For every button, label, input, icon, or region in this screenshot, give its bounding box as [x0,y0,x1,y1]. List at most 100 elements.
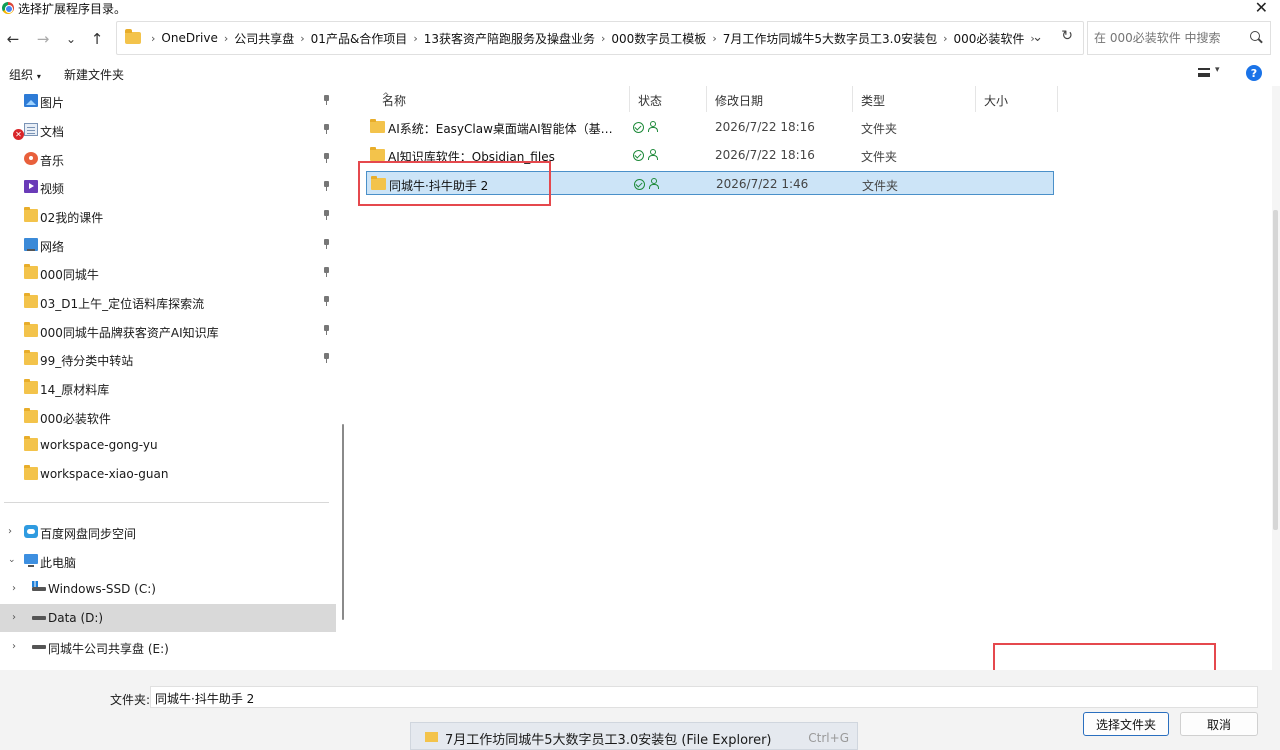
folder-icon [24,465,38,480]
sidebar-scrollbar[interactable] [342,424,344,620]
pin-icon[interactable] [322,239,331,249]
column-header-name[interactable]: 名称 ^ [374,86,630,112]
column-header-status[interactable]: 状态 [630,86,707,112]
chrome-icon [2,2,14,14]
toolbar: 组织 ▾ 新建文件夹 ▾ ? [0,60,1280,86]
column-header-size[interactable]: 大小 [976,86,1058,112]
videos-icon [24,180,38,193]
window-scrollbar[interactable] [1273,210,1278,530]
computer-icon [24,554,38,567]
refresh-icon[interactable]: ↻ [1061,28,1073,44]
error-badge-icon: ✕ [13,129,24,140]
chevron-right-icon[interactable]: › [943,32,947,45]
breadcrumb-item[interactable]: OneDrive [161,31,217,45]
folder-icon [24,207,38,222]
breadcrumb-item[interactable]: 7月工作坊同城牛5大数字员工3.0安装包 [723,30,937,47]
organize-button[interactable]: 组织 ▾ [9,66,41,83]
sidebar-item-label: 000必装软件 [40,412,111,426]
chevron-right-icon[interactable]: › [8,526,12,537]
up-icon[interactable]: ↑ [86,28,108,50]
sync-ok-icon [633,150,644,161]
sidebar-item-label: 网络 [40,240,65,254]
address-dropdown-icon[interactable]: ⌄ [1032,30,1043,45]
sidebar-item-music[interactable]: 音乐 [0,145,340,173]
sidebar-item-folder[interactable]: workspace-xiao-guan [0,460,340,488]
pin-icon[interactable] [322,124,331,134]
search-icon[interactable] [1250,31,1260,41]
chevron-right-icon[interactable]: › [413,32,417,45]
new-folder-button[interactable]: 新建文件夹 [64,66,124,83]
folder-name-input[interactable]: 同城牛·抖牛助手 2 [150,686,1258,708]
file-date: 2026/7/22 18:16 [715,120,815,134]
sidebar-item-folder[interactable]: 99_待分类中转站 [0,345,340,373]
column-header-label: 状态 [638,94,663,108]
sidebar-item-drive-e[interactable]: › 同城牛公司共享盘 (E:) [0,633,340,661]
sidebar-item-documents[interactable]: ✕ 文档 [0,116,340,144]
chevron-right-icon[interactable]: › [12,641,16,652]
select-folder-button[interactable]: 选择文件夹 [1083,712,1169,736]
sidebar-item-videos[interactable]: 视频 [0,173,340,201]
pin-icon[interactable] [322,153,331,163]
chevron-right-icon[interactable]: › [12,583,16,594]
tooltip-text: 7月工作坊同城牛5大数字员工3.0安装包 (File Explorer) [445,733,772,748]
search-box[interactable] [1087,21,1271,55]
sidebar-item-folder[interactable]: 000同城牛品牌获客资产AI知识库 [0,317,340,345]
sidebar-item-network[interactable]: 网络 [0,231,340,259]
view-options-icon[interactable] [1198,68,1210,77]
file-row[interactable]: AI系统：EasyClaw桌面端AI智能体（基于Ope... 2026/7/22… [366,115,1054,139]
sidebar-item-folder[interactable]: workspace-gong-yu [0,431,340,459]
folder-icon [370,147,385,161]
recent-locations-icon[interactable]: ⌄ [60,28,82,50]
column-header-type[interactable]: 类型 [853,86,976,112]
chevron-right-icon[interactable]: › [300,32,304,45]
breadcrumb-item[interactable]: 13获客资产陪跑服务及操盘业务 [424,30,595,47]
sidebar-item-label: 音乐 [40,154,65,168]
forward-icon[interactable]: → [32,28,54,50]
breadcrumb-item[interactable]: 01产品&合作项目 [311,30,408,47]
sidebar-item-label: 此电脑 [40,556,77,570]
pin-icon[interactable] [322,267,331,277]
taskbar-tooltip[interactable]: 7月工作坊同城牛5大数字员工3.0安装包 (File Explorer) Ctr… [410,722,858,750]
chevron-right-icon[interactable]: › [712,32,716,45]
sidebar-item-folder[interactable]: 14_原材料库 [0,374,340,402]
close-icon[interactable]: ✕ [1255,0,1268,17]
chevron-down-icon[interactable]: ▾ [1215,65,1220,75]
sidebar-item-label: 文档 [40,125,65,139]
folder-icon [24,436,38,451]
sidebar-item-folder[interactable]: 000必装软件 [0,403,340,431]
sync-ok-icon [633,122,644,133]
sidebar-item-folder[interactable]: 02我的课件 [0,202,340,230]
pin-icon[interactable] [322,296,331,306]
pin-icon[interactable] [322,181,331,191]
chevron-down-icon[interactable]: ⌄ [8,555,16,565]
sidebar-item-folder[interactable]: 03_D1上午_定位语料库探索流 [0,288,340,316]
address-bar[interactable]: › OneDrive › 公司共享盘 › 01产品&合作项目 › 13获客资产陪… [116,21,1084,55]
folder-icon [425,732,438,742]
help-icon[interactable]: ? [1246,65,1262,81]
column-header-modified[interactable]: 修改日期 [707,86,853,112]
pin-icon[interactable] [322,353,331,363]
shared-user-icon [648,121,658,132]
search-input[interactable] [1094,31,1244,45]
back-icon[interactable]: ← [2,28,24,50]
chevron-right-icon[interactable]: › [601,32,605,45]
windows-drive-icon [32,581,46,595]
sidebar-item-drive-c[interactable]: › Windows-SSD (C:) [0,575,340,603]
cancel-button[interactable]: 取消 [1180,712,1258,736]
sidebar-item-baidu-sync[interactable]: › 百度网盘同步空间 [0,518,340,546]
sidebar-item-pictures[interactable]: 图片 [0,87,340,115]
folder-icon [125,29,141,44]
pin-icon[interactable] [322,95,331,105]
organize-label: 组织 [9,68,34,82]
chevron-right-icon[interactable]: › [224,32,228,45]
breadcrumb-item[interactable]: 000必装软件 [953,30,1024,47]
breadcrumb-item[interactable]: 000数字员工模板 [611,30,706,47]
chevron-right-icon[interactable]: › [12,612,16,623]
sidebar-item-folder[interactable]: 000同城牛 [0,259,340,287]
sidebar-item-drive-d[interactable]: › Data (D:) [0,604,336,632]
breadcrumb-item[interactable]: 公司共享盘 [234,30,294,47]
chevron-right-icon[interactable]: › [151,32,155,45]
pin-icon[interactable] [322,325,331,335]
sidebar-item-this-pc[interactable]: ⌄ 此电脑 [0,547,340,575]
pin-icon[interactable] [322,210,331,220]
